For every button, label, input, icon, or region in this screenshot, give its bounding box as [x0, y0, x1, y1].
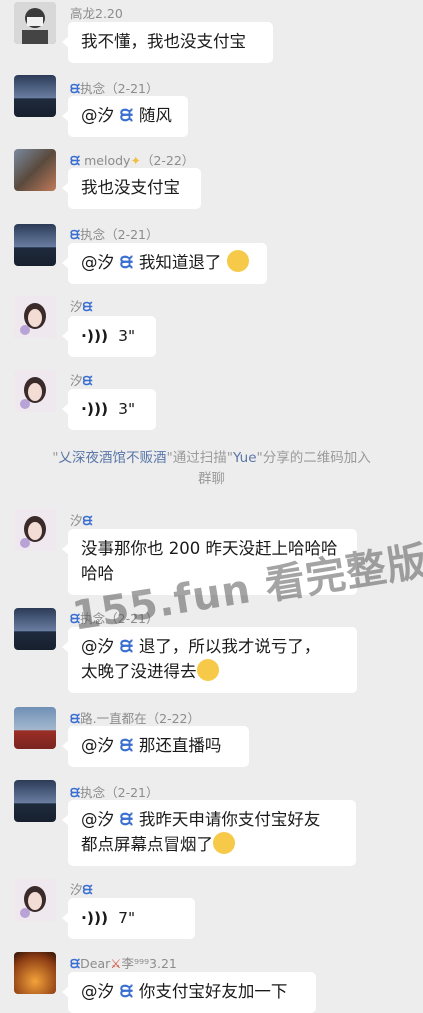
butterfly-icon: ᙙ	[70, 153, 81, 168]
message-text: 那还直播吗	[138, 736, 222, 755]
girl-portrait-icon	[14, 879, 56, 921]
sender-name: ᙙ执念（2-21）	[70, 227, 159, 242]
avatar[interactable]	[14, 509, 56, 551]
butterfly-icon: ᙙ	[70, 227, 81, 242]
butterfly-icon: ᙙ	[70, 711, 81, 726]
message-text: 都点屏幕点冒烟了	[81, 835, 213, 854]
avatar[interactable]	[14, 224, 56, 266]
voice-message-bubble[interactable]: ·))) 3"	[62, 316, 156, 357]
butterfly-icon: ᙙ	[70, 785, 81, 800]
sender-name: ᙙ路.一直都在（2-22）	[70, 711, 200, 726]
sender-name: 汐ᙙ	[70, 882, 93, 897]
girl-portrait-icon	[14, 509, 56, 551]
message-bubble[interactable]: 没事那你也 200 昨天没赶上哈哈哈 哈哈	[62, 529, 357, 595]
message-bubble[interactable]: 我也没支付宝	[62, 168, 201, 209]
message-bubble[interactable]: @汐 ᙙ 那还直播吗	[62, 726, 249, 767]
butterfly-icon: ᙙ	[70, 956, 81, 971]
laughing-emoji-icon	[226, 250, 249, 272]
voice-message-bubble[interactable]: ·))) 7"	[62, 898, 195, 939]
voice-wave-icon: ·)))	[81, 327, 109, 345]
mention[interactable]: @汐	[81, 253, 114, 272]
sender-name: ᙙ执念（2-21）	[70, 611, 159, 626]
mention[interactable]: @汐	[81, 106, 114, 125]
butterfly-icon: ᙙ	[114, 736, 139, 755]
sender-name: 汐ᙙ	[70, 299, 93, 314]
sender-name: ᙙDear⚔李⁹⁹⁹3.21	[70, 956, 177, 971]
message-text: 随风	[138, 106, 172, 125]
message-text: 我也没支付宝	[81, 178, 180, 197]
butterfly-icon: ᙙ	[114, 637, 139, 656]
girl-portrait-icon	[14, 370, 56, 412]
voice-duration: 7"	[118, 909, 136, 927]
avatar[interactable]	[14, 780, 56, 822]
butterfly-icon: ᙙ	[82, 299, 93, 314]
avatar[interactable]	[14, 879, 56, 921]
message-bubble[interactable]: @汐 ᙙ 你支付宝好友加一下	[62, 972, 316, 1013]
butterfly-icon: ᙙ	[70, 611, 81, 626]
message-text: 退了，所以我才说亏了，	[138, 637, 321, 656]
avatar[interactable]	[14, 707, 56, 749]
laughing-emoji-icon	[213, 832, 235, 854]
star-icon: ✦	[130, 153, 141, 168]
sender-name: ᙙ melody✦（2-22）	[70, 153, 195, 168]
message-bubble[interactable]: @汐 ᙙ 我昨天申请你支付宝好友 都点屏幕点冒烟了	[62, 800, 356, 866]
mention[interactable]: @汐	[81, 736, 114, 755]
message-bubble[interactable]: @汐 ᙙ 退了，所以我才说亏了， 太晚了没进得去	[62, 627, 357, 693]
message-text: 太晚了没进得去	[81, 662, 197, 681]
message-bubble[interactable]: @汐 ᙙ 随风	[62, 96, 188, 137]
message-text: 没事那你也 200 昨天没赶上哈哈哈	[81, 539, 338, 558]
sender-name: 汐ᙙ	[70, 513, 93, 528]
voice-duration: 3"	[118, 327, 136, 345]
mention[interactable]: @汐	[81, 810, 114, 829]
sender-name: ᙙ执念（2-21）	[70, 785, 159, 800]
voice-wave-icon: ·)))	[81, 400, 109, 418]
message-text: 我知道退了	[138, 253, 222, 272]
butterfly-icon: ᙙ	[70, 81, 81, 96]
message-bubble[interactable]: @汐 ᙙ 我知道退了	[62, 243, 267, 284]
avatar[interactable]	[14, 370, 56, 412]
avatar[interactable]	[14, 952, 56, 994]
avatar[interactable]	[14, 2, 56, 44]
inviter-link[interactable]: Yue	[233, 450, 257, 466]
butterfly-icon: ᙙ	[114, 253, 139, 272]
message-text: 我昨天申请你支付宝好友	[138, 810, 321, 829]
avatar[interactable]	[14, 296, 56, 338]
mention[interactable]: @汐	[81, 637, 114, 656]
sender-name: 高龙2.20	[70, 6, 123, 21]
sender-name: ᙙ执念（2-21）	[70, 81, 159, 96]
girl-portrait-icon	[14, 296, 56, 338]
butterfly-icon: ᙙ	[114, 106, 139, 125]
avatar[interactable]	[14, 608, 56, 650]
message-text: 哈哈	[81, 564, 114, 583]
message-bubble[interactable]: 我不懂，我也没支付宝	[62, 22, 273, 63]
group-member-link[interactable]: 乂深夜酒馆不贩酒	[59, 450, 167, 466]
voice-duration: 3"	[118, 400, 136, 418]
system-join-notice: "乂深夜酒馆不贩酒"通过扫描"Yue"分享的二维码加入 群聊	[52, 450, 371, 487]
voice-message-bubble[interactable]: ·))) 3"	[62, 389, 156, 430]
sender-name: 汐ᙙ	[70, 373, 93, 388]
message-text: 我不懂，我也没支付宝	[81, 32, 246, 51]
avatar[interactable]	[14, 75, 56, 117]
butterfly-icon: ᙙ	[82, 513, 93, 528]
butterfly-icon: ᙙ	[114, 810, 139, 829]
butterfly-icon: ᙙ	[82, 882, 93, 897]
crossed-swords-icon: ⚔	[110, 956, 122, 971]
avatar[interactable]	[14, 149, 56, 191]
laughing-emoji-icon	[196, 659, 219, 681]
masked-person-icon	[14, 2, 56, 44]
voice-wave-icon: ·)))	[81, 909, 109, 927]
butterfly-icon: ᙙ	[82, 373, 93, 388]
